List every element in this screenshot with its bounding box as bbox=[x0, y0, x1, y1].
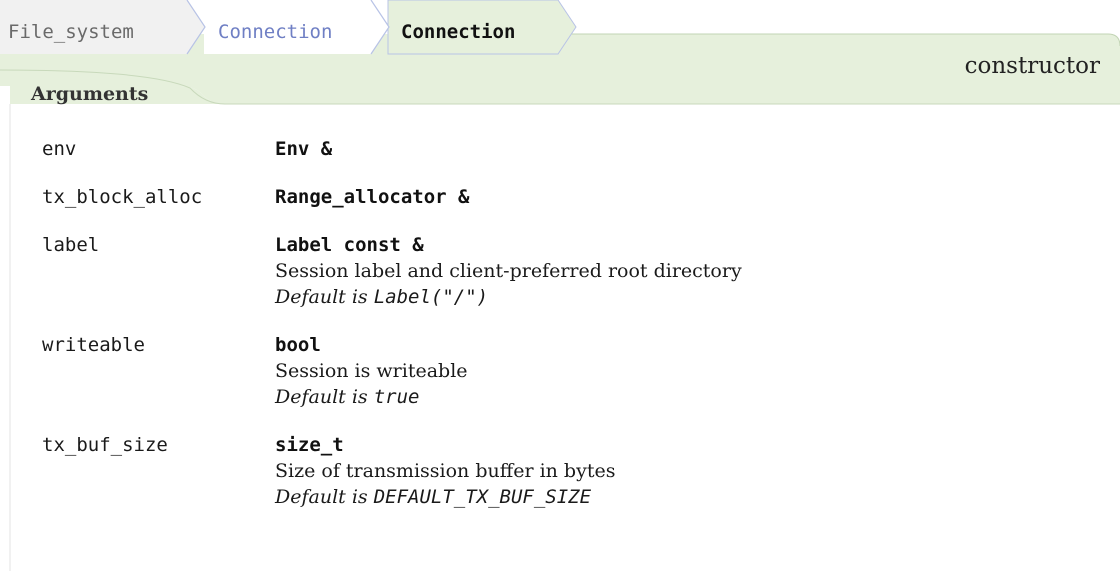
default-prefix: Default is bbox=[275, 486, 368, 508]
argument-default: Default is DEFAULT_TX_BUF_SIZE bbox=[275, 484, 1102, 510]
argument-name: tx_block_alloc bbox=[42, 186, 203, 208]
breadcrumb-item-connection-class[interactable]: Connection bbox=[218, 17, 332, 47]
doc-page: File_system Connection Connection constr… bbox=[0, 0, 1120, 571]
argument-name: tx_buf_size bbox=[42, 434, 168, 456]
argument-description: Size of transmission buffer in bytes bbox=[275, 460, 616, 482]
argument-type: Range_allocator & bbox=[275, 186, 470, 208]
argument-row: label Label const & Session label and cl… bbox=[42, 232, 1102, 310]
argument-name: writeable bbox=[42, 334, 145, 356]
default-prefix: Default is bbox=[275, 286, 368, 308]
default-value: Label("/") bbox=[373, 286, 489, 308]
argument-default: Default is true bbox=[275, 384, 1102, 410]
argument-description: Session label and client-preferred root … bbox=[275, 260, 742, 282]
default-value: true bbox=[373, 386, 420, 408]
argument-default: Default is Label("/") bbox=[275, 284, 1102, 310]
argument-type: Label const & bbox=[275, 234, 424, 256]
breadcrumb: File_system Connection Connection bbox=[0, 0, 1120, 571]
argument-row: env Env & bbox=[42, 136, 1102, 162]
argument-name: env bbox=[42, 138, 77, 160]
argument-row: tx_block_alloc Range_allocator & bbox=[42, 184, 1102, 210]
argument-name: label bbox=[42, 234, 100, 256]
argument-type: Env & bbox=[275, 138, 333, 160]
argument-type: size_t bbox=[275, 434, 344, 456]
member-kind: constructor bbox=[964, 53, 1100, 79]
arguments-heading: Arguments bbox=[31, 83, 149, 105]
argument-row: writeable bool Session is writeable Defa… bbox=[42, 332, 1102, 410]
argument-type: bool bbox=[275, 334, 321, 356]
default-value: DEFAULT_TX_BUF_SIZE bbox=[373, 486, 592, 508]
default-prefix: Default is bbox=[275, 386, 368, 408]
argument-row: tx_buf_size size_t Size of transmission … bbox=[42, 432, 1102, 510]
breadcrumb-item-file-system[interactable]: File_system bbox=[8, 17, 134, 47]
argument-description: Session is writeable bbox=[275, 360, 468, 382]
arguments-list: env Env & tx_block_alloc Range_allocator… bbox=[42, 136, 1102, 532]
breadcrumb-item-connection-constructor: Connection bbox=[401, 21, 516, 43]
